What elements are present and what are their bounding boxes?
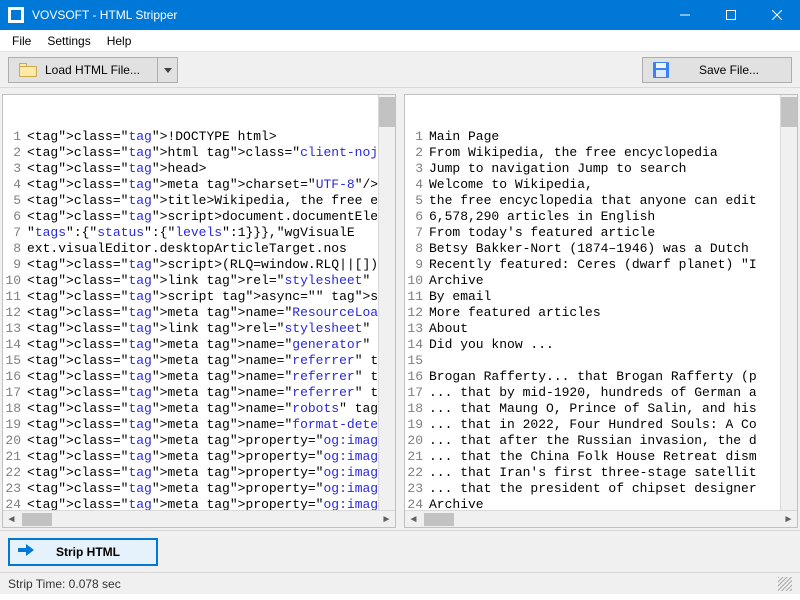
text-line: 20... that after the Russian invasion, t… — [405, 433, 797, 449]
text-line: 16Brogan Rafferty... that Brogan Raffert… — [405, 369, 797, 385]
folder-open-icon — [19, 63, 37, 77]
titlebar: VOVSOFT - HTML Stripper — [0, 0, 800, 30]
source-editor[interactable]: 1<tag">class="tag">!DOCTYPE html>2<tag">… — [3, 95, 395, 510]
code-line: 6<tag">class="tag">script>document.docum… — [3, 209, 395, 225]
menu-help[interactable]: Help — [99, 32, 140, 50]
menu-file[interactable]: File — [4, 32, 39, 50]
text-line: 1Main Page — [405, 129, 797, 145]
app-icon — [8, 7, 24, 23]
text-line: 22... that Iran's first three-stage sate… — [405, 465, 797, 481]
output-pane: 1Main Page2From Wikipedia, the free ency… — [404, 94, 798, 528]
code-line: 4<tag">class="tag">meta tag">charset="UT… — [3, 177, 395, 193]
text-line: 14Did you know ... — [405, 337, 797, 353]
text-line: 17... that by mid-1920, hundreds of Germ… — [405, 385, 797, 401]
close-button[interactable] — [754, 0, 800, 30]
text-line: 15 — [405, 353, 797, 369]
load-html-dropdown[interactable] — [158, 57, 178, 83]
code-line: 20<tag">class="tag">meta tag">property="… — [3, 433, 395, 449]
action-bar: Strip HTML — [0, 530, 800, 572]
scroll-right-icon[interactable]: ► — [780, 511, 797, 528]
code-line: 14<tag">class="tag">meta tag">name="gene… — [3, 337, 395, 353]
text-line: 9Recently featured: Ceres (dwarf planet)… — [405, 257, 797, 273]
menu-settings[interactable]: Settings — [39, 32, 98, 50]
code-line: 10<tag">class="tag">link tag">rel="style… — [3, 273, 395, 289]
code-line: 23<tag">class="tag">meta tag">property="… — [3, 481, 395, 497]
chevron-down-icon — [164, 66, 172, 74]
resize-grip[interactable] — [778, 577, 792, 591]
output-vscrollbar[interactable] — [780, 95, 797, 510]
menubar: File Settings Help — [0, 30, 800, 52]
text-line: 66,578,290 articles in English — [405, 209, 797, 225]
arrow-right-icon — [18, 544, 34, 559]
code-line: 19<tag">class="tag">meta tag">name="form… — [3, 417, 395, 433]
strip-html-button[interactable]: Strip HTML — [8, 538, 158, 566]
maximize-button[interactable] — [708, 0, 754, 30]
source-pane: 1<tag">class="tag">!DOCTYPE html>2<tag">… — [2, 94, 396, 528]
output-editor[interactable]: 1Main Page2From Wikipedia, the free ency… — [405, 95, 797, 510]
code-line: 21<tag">class="tag">meta tag">property="… — [3, 449, 395, 465]
code-line: 5<tag">class="tag">title>Wikipedia, the … — [3, 193, 395, 209]
scroll-left-icon[interactable]: ◄ — [405, 511, 422, 528]
code-line: 3<tag">class="tag">head> — [3, 161, 395, 177]
strip-html-label: Strip HTML — [44, 545, 148, 559]
code-line: 17<tag">class="tag">meta tag">name="refe… — [3, 385, 395, 401]
code-line: 7"tags":{"status":{"levels":1}}},"wgVisu… — [3, 225, 395, 241]
text-line: 10Archive — [405, 273, 797, 289]
text-line: 2From Wikipedia, the free encyclopedia — [405, 145, 797, 161]
text-line: 13About — [405, 321, 797, 337]
text-line: 4Welcome to Wikipedia, — [405, 177, 797, 193]
text-line: 24Archive — [405, 497, 797, 510]
text-line: 5the free encyclopedia that anyone can e… — [405, 193, 797, 209]
text-line: 3Jump to navigation Jump to search — [405, 161, 797, 177]
text-line: 12More featured articles — [405, 305, 797, 321]
text-line: 23... that the president of chipset desi… — [405, 481, 797, 497]
load-html-button[interactable]: Load HTML File... — [8, 57, 158, 83]
source-vscrollbar[interactable] — [378, 95, 395, 510]
text-line: 7From today's featured article — [405, 225, 797, 241]
load-html-label: Load HTML File... — [45, 63, 140, 77]
save-file-button[interactable]: Save File... — [642, 57, 792, 83]
code-line: 13<tag">class="tag">link tag">rel="style… — [3, 321, 395, 337]
text-line: 8Betsy Bakker-Nort (1874–1946) was a Dut… — [405, 241, 797, 257]
source-hscrollbar[interactable]: ◄ ► — [3, 510, 395, 527]
code-line: 12<tag">class="tag">meta tag">name="Reso… — [3, 305, 395, 321]
status-text: Strip Time: 0.078 sec — [8, 577, 121, 591]
text-line: 19... that in 2022, Four Hundred Souls: … — [405, 417, 797, 433]
text-line: 21... that the China Folk House Retreat … — [405, 449, 797, 465]
code-line: 8ext.visualEditor.desktopArticleTarget.n… — [3, 241, 395, 257]
output-hscrollbar[interactable]: ◄ ► — [405, 510, 797, 527]
code-line: 2<tag">class="tag">html tag">class="clie… — [3, 145, 395, 161]
save-icon — [653, 62, 669, 78]
code-line: 18<tag">class="tag">meta tag">name="robo… — [3, 401, 395, 417]
code-line: 16<tag">class="tag">meta tag">name="refe… — [3, 369, 395, 385]
scroll-right-icon[interactable]: ► — [378, 511, 395, 528]
code-line: 24<tag">class="tag">meta tag">property="… — [3, 497, 395, 510]
code-line: 9<tag">class="tag">script>(RLQ=window.RL… — [3, 257, 395, 273]
statusbar: Strip Time: 0.078 sec — [0, 572, 800, 594]
scroll-left-icon[interactable]: ◄ — [3, 511, 20, 528]
code-line: 15<tag">class="tag">meta tag">name="refe… — [3, 353, 395, 369]
text-line: 18... that Maung O, Prince of Salin, and… — [405, 401, 797, 417]
toolbar: Load HTML File... Save File... — [0, 52, 800, 88]
window-title: VOVSOFT - HTML Stripper — [32, 8, 662, 22]
code-line: 11<tag">class="tag">script tag">async=""… — [3, 289, 395, 305]
text-line: 11By email — [405, 289, 797, 305]
minimize-button[interactable] — [662, 0, 708, 30]
code-line: 1<tag">class="tag">!DOCTYPE html> — [3, 129, 395, 145]
code-line: 22<tag">class="tag">meta tag">property="… — [3, 465, 395, 481]
save-file-label: Save File... — [677, 63, 781, 77]
